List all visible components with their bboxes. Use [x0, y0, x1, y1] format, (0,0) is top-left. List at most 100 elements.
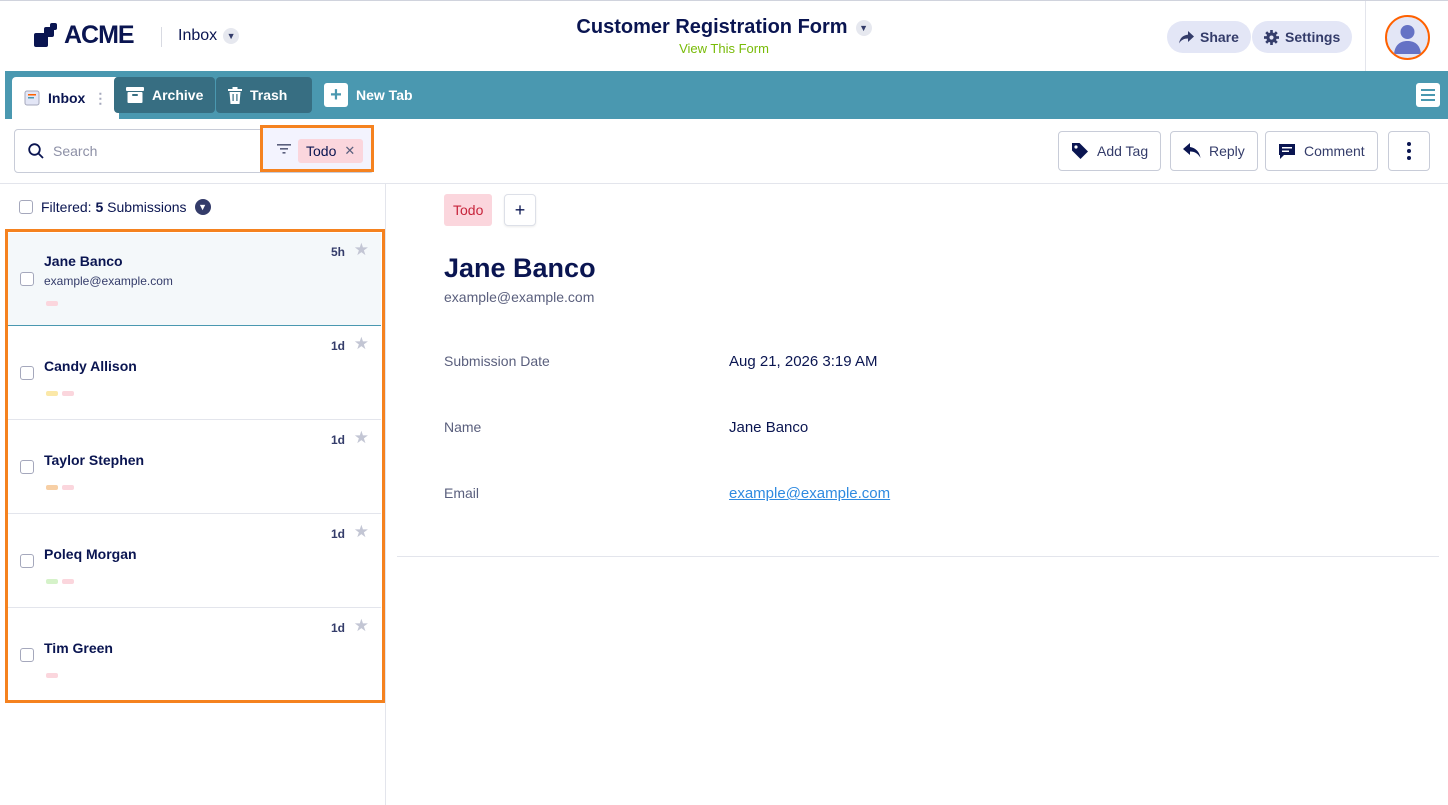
tab-archive[interactable]: Archive: [114, 77, 216, 113]
tag-dot: [46, 579, 58, 584]
reply-label: Reply: [1209, 143, 1245, 159]
drag-handle-icon[interactable]: ⋮: [93, 91, 107, 105]
list-item[interactable]: Tim Green 1d ★: [8, 609, 381, 700]
tag-indicators: [46, 485, 74, 490]
field-label-submission-date: Submission Date: [444, 353, 550, 369]
submitter-name: Jane Banco: [44, 253, 123, 269]
submitter-name: Poleq Morgan: [44, 546, 137, 562]
reply-button[interactable]: Reply: [1170, 131, 1258, 171]
tag-indicators: [46, 301, 58, 306]
submission-age: 1d: [330, 621, 345, 635]
form-title-text: Customer Registration Form: [576, 16, 848, 38]
user-avatar-icon: [1394, 25, 1421, 54]
tab-archive-label: Archive: [152, 87, 204, 103]
hamburger-menu-icon[interactable]: [1416, 83, 1440, 107]
inbox-icon: [24, 90, 40, 106]
detail-divider: [397, 556, 1439, 557]
row-checkbox[interactable]: [20, 554, 34, 568]
search-input[interactable]: [53, 140, 253, 162]
filtered-count: 5: [95, 199, 104, 215]
app-header: ACME Inbox ▼ Customer Registration Form …: [0, 0, 1448, 72]
gear-icon: [1264, 29, 1279, 45]
list-item[interactable]: Taylor Stephen 1d ★: [8, 421, 381, 514]
filter-icon[interactable]: [277, 143, 291, 155]
tab-inbox-label: Inbox: [48, 90, 86, 106]
row-checkbox[interactable]: [20, 272, 34, 286]
filtered-prefix: Filtered:: [41, 199, 92, 215]
filtered-summary: Filtered: 5 Submissions: [41, 199, 187, 215]
add-tag-plus-button[interactable]: +: [504, 194, 536, 226]
row-checkbox[interactable]: [20, 648, 34, 662]
share-button[interactable]: Share: [1167, 21, 1251, 53]
tag-dot: [62, 485, 74, 490]
tag-dot: [46, 301, 58, 306]
form-title[interactable]: Customer Registration Form ▼: [576, 16, 872, 39]
list-item[interactable]: Jane Banco example@example.com 5h ★: [8, 233, 381, 326]
new-tab-button[interactable]: + New Tab: [312, 77, 425, 113]
field-value-email-link[interactable]: example@example.com: [729, 485, 890, 502]
select-all-checkbox[interactable]: [19, 200, 33, 214]
tag-dot: [46, 391, 58, 396]
list-header: Filtered: 5 Submissions ▼: [19, 199, 211, 215]
settings-label: Settings: [1285, 29, 1341, 45]
field-label-name: Name: [444, 419, 482, 435]
submission-age: 5h: [330, 245, 345, 259]
trash-icon: [228, 86, 242, 104]
header-divider: [1365, 1, 1366, 72]
submitter-email-subtitle: example@example.com: [444, 289, 595, 305]
star-icon[interactable]: ★: [354, 522, 369, 542]
filter-chip-label: Todo: [306, 143, 337, 159]
submission-age: 1d: [330, 339, 345, 353]
star-icon[interactable]: ★: [354, 240, 369, 260]
share-arrow-icon: [1179, 30, 1194, 43]
chevron-down-icon: ▼: [855, 19, 872, 36]
more-button[interactable]: [1388, 131, 1430, 171]
tag-indicators: [46, 673, 58, 678]
submitter-email: example@example.com: [44, 274, 173, 288]
star-icon[interactable]: ★: [354, 428, 369, 448]
close-icon[interactable]: ✕: [344, 143, 355, 159]
tag-dot: [62, 391, 74, 396]
chevron-down-icon[interactable]: ▼: [194, 199, 211, 215]
plus-icon: +: [514, 199, 526, 220]
tag-dot: [62, 579, 74, 584]
settings-button[interactable]: Settings: [1252, 21, 1353, 53]
star-icon[interactable]: ★: [354, 334, 369, 354]
comment-button[interactable]: Comment: [1265, 131, 1378, 171]
list-item[interactable]: Candy Allison 1d ★: [8, 327, 381, 420]
field-value-submission-date: Aug 21, 2026 3:19 AM: [729, 353, 878, 370]
row-checkbox[interactable]: [20, 366, 34, 380]
plus-icon: +: [324, 83, 348, 107]
filter-chip-todo: Todo ✕: [298, 139, 364, 163]
comment-label: Comment: [1304, 143, 1365, 159]
list-item[interactable]: Poleq Morgan 1d ★: [8, 515, 381, 608]
tag-icon: [1072, 143, 1088, 159]
add-tag-button[interactable]: Add Tag: [1058, 131, 1162, 171]
detail-tag-todo[interactable]: Todo: [444, 194, 493, 226]
field-value-name: Jane Banco: [729, 419, 809, 436]
filtered-suffix: Submissions: [107, 199, 187, 215]
submitter-name: Candy Allison: [44, 358, 137, 374]
tab-trash-label: Trash: [250, 87, 288, 103]
row-checkbox[interactable]: [20, 460, 34, 474]
tag-dot: [46, 673, 58, 678]
field-label-email: Email: [444, 485, 480, 501]
submission-age: 1d: [330, 433, 345, 447]
submitter-name: Tim Green: [44, 640, 113, 656]
star-icon[interactable]: ★: [354, 616, 369, 636]
share-label: Share: [1200, 29, 1239, 45]
submission-age: 1d: [330, 527, 345, 541]
tag-dot: [46, 485, 58, 490]
tag-indicators: [46, 579, 74, 584]
reply-icon: [1183, 143, 1201, 158]
search-icon: [28, 143, 44, 159]
kebab-menu-icon: [1407, 142, 1411, 160]
comment-icon: [1279, 143, 1295, 159]
archive-box-icon: [126, 87, 144, 103]
tab-bar: Inbox ⋮ Archive Trash + New Tab: [5, 71, 1448, 119]
add-tag-label: Add Tag: [1097, 143, 1149, 159]
avatar[interactable]: [1385, 15, 1430, 60]
tab-trash[interactable]: Trash: [216, 77, 312, 113]
submitter-heading: Jane Banco: [444, 253, 596, 283]
tab-inbox[interactable]: Inbox ⋮: [12, 77, 120, 119]
